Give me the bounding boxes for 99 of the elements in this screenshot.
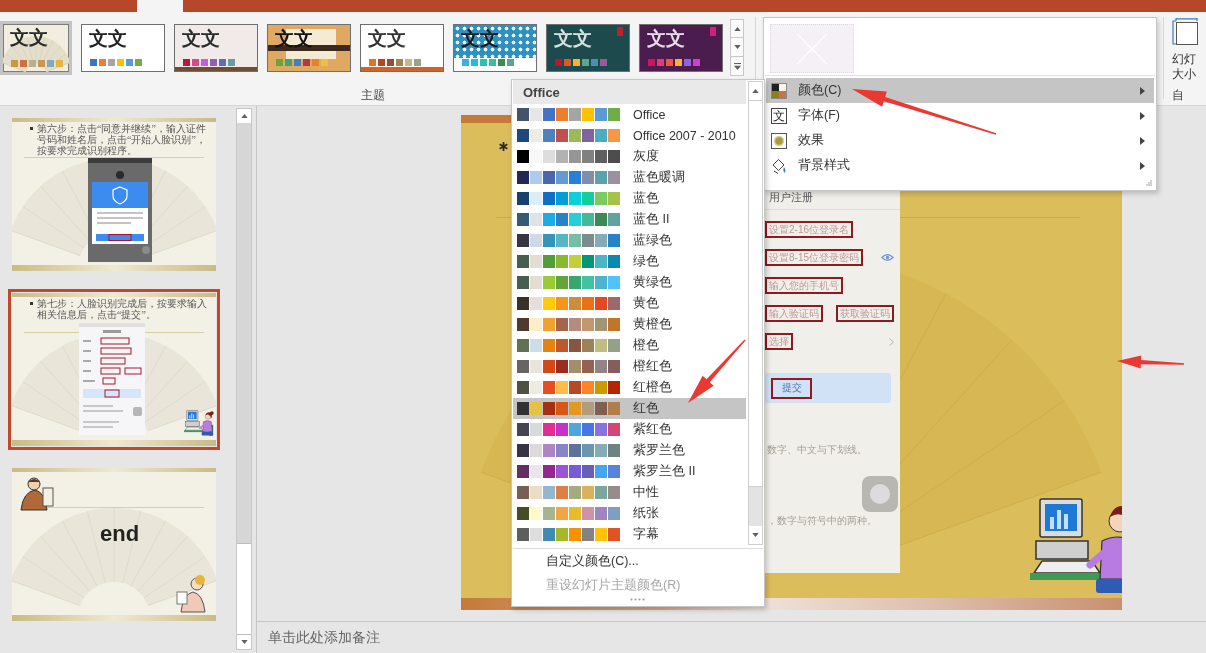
sample-text: 文文	[647, 28, 685, 49]
color-theme-item[interactable]: 紫罗兰色 II	[513, 461, 746, 482]
sample-text: 文文	[89, 28, 127, 49]
submit-button[interactable]: 提交	[765, 373, 891, 403]
color-theme-item[interactable]: 红色	[513, 398, 746, 419]
color-theme-item[interactable]: 蓝色 II	[513, 209, 746, 230]
input-field: 设置2-16位登录名	[765, 221, 853, 238]
menu-item[interactable]: 自定义颜色(C)...	[513, 549, 763, 573]
bullet-icon	[499, 142, 508, 151]
resize-grip-icon[interactable]	[630, 598, 646, 601]
caret-down-icon	[240, 640, 248, 644]
effects-icon	[771, 132, 787, 149]
annotation-arrow	[1117, 355, 1184, 369]
gallery-scroll-down-button[interactable]	[730, 38, 744, 57]
screen-title: 用户注册	[769, 190, 813, 204]
eye-icon	[881, 253, 894, 262]
scroll-up-button[interactable]	[749, 82, 762, 100]
gallery-more-button[interactable]	[730, 57, 744, 76]
color-theme-item[interactable]: 黄绿色	[513, 272, 746, 293]
bullet-icon	[30, 127, 33, 130]
color-theme-item[interactable]: 蓝色暖调	[513, 167, 746, 188]
submenu-arrow-icon	[1140, 86, 1145, 95]
slide-text: 第六步：点击“同意并继续”，输入证件号码和姓名后，点击“开始人脸识别”，按要求完成识别程序。	[37, 123, 207, 156]
scroll-down-button[interactable]	[237, 635, 251, 649]
theme-thumbnail[interactable]: 文文	[0, 20, 72, 75]
color-theme-item[interactable]: 绿色	[513, 251, 746, 272]
scroll-down-button[interactable]	[749, 526, 762, 544]
sample-text: 文文	[461, 28, 499, 49]
color-theme-item[interactable]: Office	[513, 104, 746, 125]
color-theme-item[interactable]: 红橙色	[513, 377, 746, 398]
scrollbar-thumb[interactable]	[749, 100, 762, 487]
color-theme-item[interactable]: 黄色	[513, 293, 746, 314]
theme-thumbnail[interactable]: 文文	[267, 23, 351, 72]
seated-man-drawing	[17, 474, 57, 512]
color-squares-icon	[771, 82, 787, 99]
color-theme-item[interactable]: 紫红色	[513, 419, 746, 440]
variant-thumbnail[interactable]	[770, 24, 854, 73]
sample-text: 文文	[10, 27, 48, 48]
theme-thumbnail[interactable]: 文文	[453, 23, 537, 72]
color-theme-item[interactable]: 蓝绿色	[513, 230, 746, 251]
slide-title: end	[100, 521, 140, 547]
theme-thumbnail[interactable]: 文文	[639, 23, 723, 72]
resize-grip-icon[interactable]	[1146, 180, 1152, 186]
color-theme-item[interactable]: 紫罗兰色	[513, 440, 746, 461]
theme-thumbnail[interactable]: 文文	[174, 23, 258, 72]
sample-text: 文文	[275, 28, 313, 49]
color-theme-item[interactable]: 橙色	[513, 335, 746, 356]
more-icon	[733, 62, 741, 70]
scroll-up-button[interactable]	[237, 109, 251, 123]
hint-text: ，数字与符号中的两种。	[766, 514, 877, 528]
scrollbar-thumb[interactable]	[237, 543, 251, 635]
sample-text: 文文	[182, 28, 220, 49]
slide-thumbnail[interactable]: 第七步：人脸识别完成后，按要求输入相关信息后，点击“提交”。	[8, 289, 220, 450]
computer-user-drawing	[184, 409, 214, 437]
bullet-icon	[30, 302, 33, 305]
theme-thumbnail[interactable]: 文文	[360, 23, 444, 72]
input-field: 输入您的手机号	[765, 277, 843, 294]
caret-up-icon	[240, 114, 248, 118]
submenu-arrow-icon	[1140, 136, 1145, 145]
slide-size-icon	[1172, 18, 1198, 45]
caret-up-icon	[752, 89, 759, 93]
slide-thumbnail[interactable]: 第六步：点击“同意并继续”，输入证件号码和姓名后，点击“开始人脸识别”，按要求完成识别程序。	[12, 118, 216, 271]
slide-thumbnail[interactable]: end	[12, 468, 216, 621]
annotation-arrow	[688, 339, 746, 403]
hint-text: 数字、中文与下划线。	[766, 443, 867, 457]
notes-field[interactable]: 单击此处添加备注	[257, 621, 1206, 653]
caret-down-icon	[733, 45, 741, 49]
color-theme-item[interactable]: 灰度	[513, 146, 746, 167]
sample-text: 文文	[554, 28, 592, 49]
input-field: 输入验证码	[765, 305, 823, 322]
submenu-arrow-icon	[1140, 111, 1145, 120]
slide-size-button[interactable]: 幻灯 大小	[1172, 12, 1198, 82]
font-icon: 文	[771, 107, 787, 124]
caret-down-icon	[752, 533, 759, 537]
color-theme-item[interactable]: 黄橙色	[513, 314, 746, 335]
assistive-touch-icon	[862, 476, 898, 512]
chevron-right-icon	[889, 337, 894, 346]
group-label: 自	[1172, 87, 1184, 103]
submenu-arrow-icon	[1140, 161, 1145, 170]
slide-text: 第七步：人脸识别完成后，按要求输入相关信息后，点击“提交”。	[37, 298, 208, 320]
caret-up-icon	[733, 26, 741, 31]
color-theme-item[interactable]: 橙红色	[513, 356, 746, 377]
color-theme-item[interactable]: 字幕	[513, 524, 746, 545]
gallery-scroll-up-button[interactable]	[730, 19, 744, 38]
menu-item[interactable]: 背景样式	[766, 153, 1154, 178]
color-theme-item[interactable]: 蓝色	[513, 188, 746, 209]
sample-text: 文文	[368, 28, 406, 49]
menu-item[interactable]: 效果	[766, 128, 1154, 153]
color-theme-item[interactable]: 中性	[513, 482, 746, 503]
paint-bucket-icon	[771, 157, 787, 174]
theme-thumbnail[interactable]: 文文	[81, 23, 165, 72]
menu-item[interactable]: 颜色(C)	[766, 78, 1154, 103]
group-label: 主题	[361, 87, 385, 103]
color-theme-item[interactable]: 纸张	[513, 503, 746, 524]
menu-section-header: Office	[513, 80, 746, 104]
color-theme-item[interactable]: Office 2007 - 2010	[513, 125, 746, 146]
input-field: 设置8-15位登录密码	[765, 249, 863, 266]
theme-thumbnail[interactable]: 文文	[546, 23, 630, 72]
input-field: 选择	[765, 333, 793, 350]
